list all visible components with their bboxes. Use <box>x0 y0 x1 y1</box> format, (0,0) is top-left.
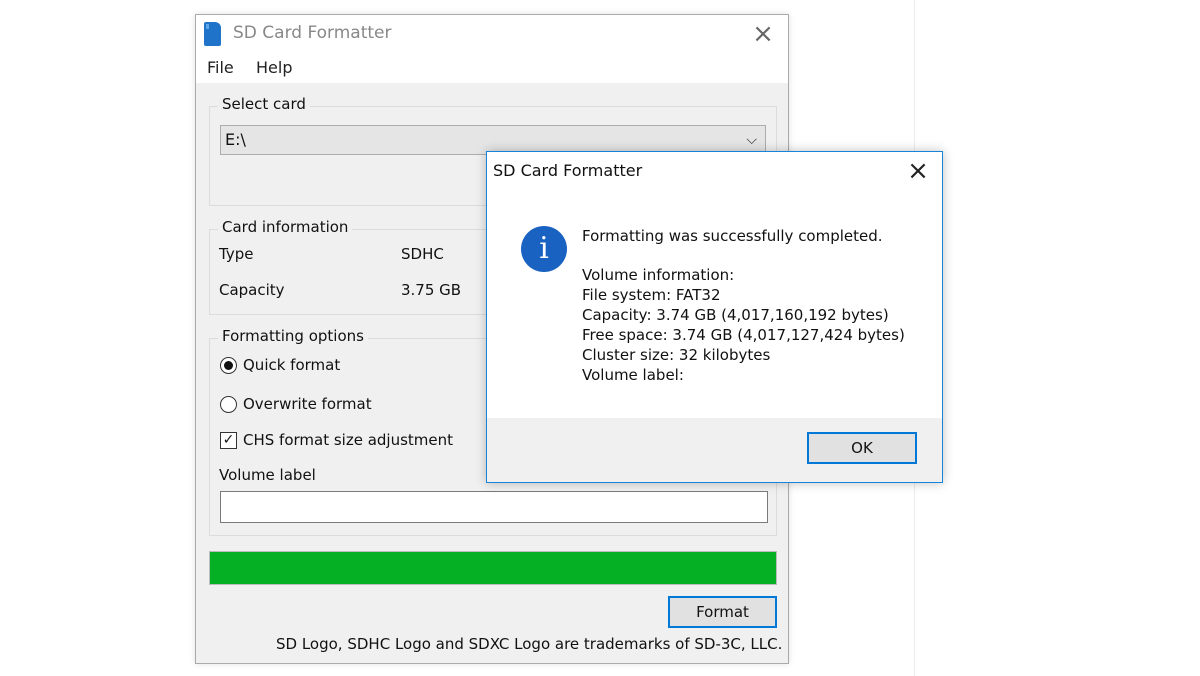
menu-help[interactable]: Help <box>256 58 292 77</box>
formatting-options-legend: Formatting options <box>218 327 368 345</box>
close-icon: × <box>907 156 929 186</box>
close-icon: × <box>752 19 774 49</box>
dialog-title: SD Card Formatter <box>493 161 643 180</box>
overwrite-format-label[interactable]: Overwrite format <box>243 395 372 413</box>
type-label: Type <box>219 245 254 263</box>
volume-label-info: Volume label: <box>582 366 684 384</box>
dialog-footer: OK <box>487 418 942 482</box>
select-card-legend: Select card <box>218 95 310 113</box>
format-progress-bar <box>209 551 777 585</box>
type-value: SDHC <box>401 245 444 263</box>
format-complete-dialog: SD Card Formatter × i Formatting was suc… <box>486 151 943 483</box>
file-system-info: File system: FAT32 <box>582 286 721 304</box>
capacity-value: 3.75 GB <box>401 281 462 299</box>
dialog-close-button[interactable]: × <box>906 156 930 186</box>
title-bar: SD Card Formatter × <box>196 15 788 53</box>
card-info-legend: Card information <box>218 218 353 236</box>
card-select-value: E:\ <box>225 130 246 149</box>
close-button[interactable]: × <box>750 19 776 49</box>
dialog-message: Formatting was successfully completed. <box>582 227 883 245</box>
free-space-info: Free space: 3.74 GB (4,017,127,424 bytes… <box>582 326 905 344</box>
trademark-notice: SD Logo, SDHC Logo and SDXC Logo are tra… <box>276 635 783 653</box>
sd-card-icon <box>204 22 221 46</box>
screen: SD Card Formatter × File Help Select car… <box>0 0 1200 676</box>
progress-fill <box>210 552 776 584</box>
volume-info-title: Volume information: <box>582 266 735 284</box>
format-button[interactable]: Format <box>668 596 777 628</box>
chevron-down-icon: ⌵ <box>746 132 757 148</box>
menu-file[interactable]: File <box>207 58 234 77</box>
volume-label-caption: Volume label <box>219 466 316 484</box>
chs-adjustment-checkbox[interactable]: ✓ <box>220 432 237 449</box>
volume-label-input[interactable] <box>220 491 768 523</box>
checkmark-icon: ✓ <box>222 432 235 448</box>
menu-bar: File Help <box>196 53 788 83</box>
capacity-label: Capacity <box>219 281 285 299</box>
overwrite-format-radio[interactable] <box>220 396 237 413</box>
chs-adjustment-label[interactable]: CHS format size adjustment <box>243 431 453 449</box>
quick-format-label[interactable]: Quick format <box>243 356 340 374</box>
window-title: SD Card Formatter <box>233 23 392 43</box>
quick-format-radio[interactable] <box>220 357 237 374</box>
info-icon: i <box>521 226 567 272</box>
capacity-info: Capacity: 3.74 GB (4,017,160,192 bytes) <box>582 306 889 324</box>
ok-button[interactable]: OK <box>807 432 917 464</box>
cluster-size-info: Cluster size: 32 kilobytes <box>582 346 771 364</box>
